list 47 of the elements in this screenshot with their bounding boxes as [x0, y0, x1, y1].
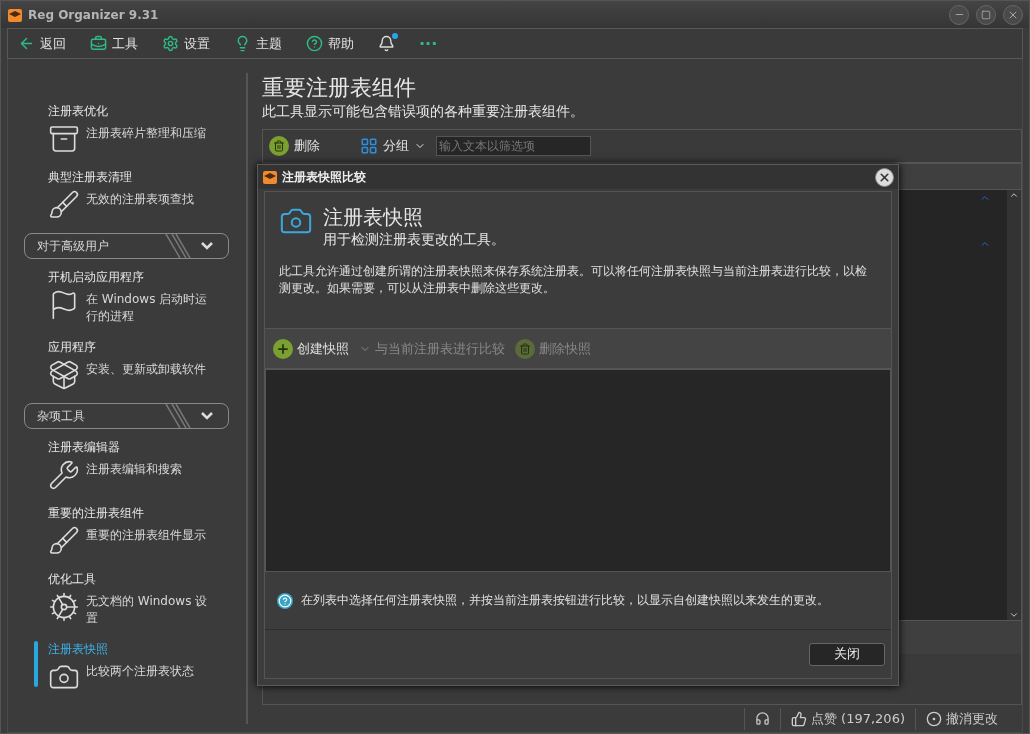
more-button[interactable]: ···	[419, 34, 438, 53]
sidebar-item[interactable]: 注册表编辑器 注册表编辑和搜索	[24, 439, 230, 491]
tools-button[interactable]: 工具	[90, 34, 138, 53]
hint-text: 在列表中选择任何注册表快照，并按当前注册表按钮进行比较，以显示自创建快照以来发生的更改。	[301, 592, 829, 609]
help-button[interactable]: 帮助	[306, 34, 354, 53]
close-dialog-button[interactable]: 关闭	[809, 642, 885, 666]
sidebar-item[interactable]: 应用程序 安装、更新或卸载软件	[24, 339, 230, 391]
back-button[interactable]: 返回	[18, 34, 66, 53]
sidebar-item[interactable]: 典型注册表清理 无效的注册表项查找	[24, 169, 230, 221]
item-title: 优化工具	[48, 571, 97, 588]
item-description: 无文档的 Windows 设置	[86, 593, 209, 627]
item-title: 注册表快照	[48, 641, 109, 658]
undo-changes-button[interactable]: 撤消更改	[915, 707, 1008, 730]
delete-button[interactable]: 删除	[269, 136, 320, 156]
item-description: 重要的注册表组件显示	[86, 527, 206, 544]
item-description: 注册表编辑和搜索	[86, 461, 182, 478]
item-description: 注册表碎片整理和压缩	[86, 125, 206, 142]
section-dropdown[interactable]: 对于高级用户	[24, 233, 229, 259]
dialog-title: 注册表快照比较	[282, 168, 367, 186]
dialog-description: 此工具允许通过创建所谓的注册表快照来保存系统注册表。可以将任何注册表快照与当前注册表进行比较，以检测更改。如果需要，可以从注册表中删除这些更改。	[279, 263, 868, 297]
sidebar-item[interactable]: 注册表优化 注册表碎片整理和压缩	[24, 103, 230, 155]
item-title: 注册表编辑器	[48, 439, 121, 456]
like-button[interactable]: 点赞 (197,206)	[779, 707, 915, 730]
create-snapshot-button[interactable]: 创建快照	[273, 338, 349, 359]
page-subtitle: 此工具显示可能包含错误项的各种重要注册表组件。	[262, 103, 585, 121]
dialog-heading: 注册表快照	[323, 204, 424, 231]
group-button[interactable]: 分组	[360, 137, 426, 155]
item-description: 比较两个注册表状态	[86, 663, 194, 680]
item-title: 重要的注册表组件	[48, 505, 145, 522]
item-title: 开机启动应用程序	[48, 269, 145, 286]
item-title: 应用程序	[48, 339, 97, 356]
sidebar-item[interactable]: 优化工具 无文档的 Windows 设置	[24, 571, 230, 627]
settings-button[interactable]: 设置	[162, 34, 210, 53]
filter-field[interactable]: 输入文本以筛选项	[436, 136, 591, 156]
item-title: 典型注册表清理	[48, 169, 133, 186]
dialog-subheading: 用于检测注册表更改的工具。	[323, 231, 505, 249]
item-description: 无效的注册表项查找	[86, 191, 194, 208]
item-title: 注册表优化	[48, 103, 109, 120]
sidebar-item[interactable]: 重要的注册表组件 重要的注册表组件显示	[24, 505, 230, 557]
sidebar-item[interactable]: 注册表快照 比较两个注册表状态	[24, 641, 230, 693]
section-dropdown[interactable]: 杂项工具	[24, 403, 229, 429]
theme-button[interactable]: 主题	[234, 34, 282, 53]
window-title: Reg Organizer 9.31	[28, 7, 160, 22]
item-description: 在 Windows 启动时运行的进程	[86, 291, 209, 325]
item-description: 安装、更新或卸载软件	[86, 361, 206, 378]
page-title: 重要注册表组件	[262, 74, 417, 102]
sidebar-item[interactable]: 开机启动应用程序 在 Windows 启动时运行的进程	[24, 269, 230, 325]
